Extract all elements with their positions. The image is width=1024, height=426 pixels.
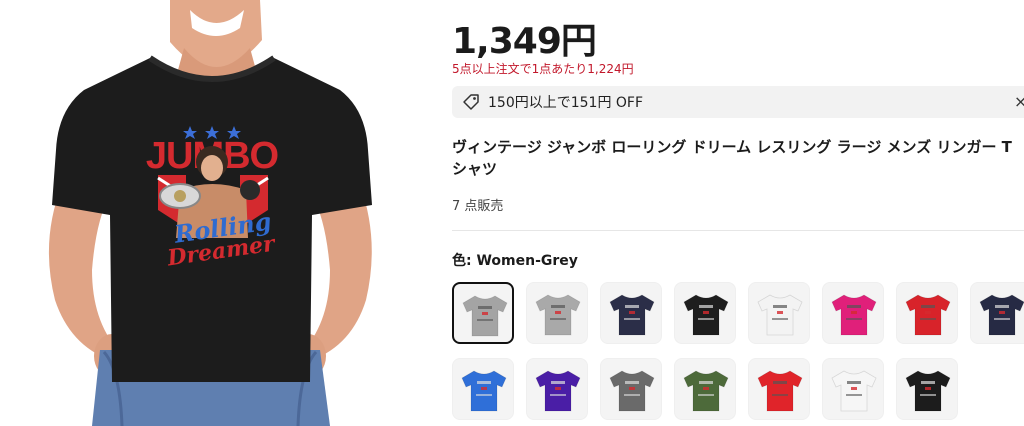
color-swatch-purple[interactable]	[526, 358, 588, 420]
tshirt-icon	[609, 294, 655, 336]
tshirt-icon	[905, 294, 951, 336]
tshirt-icon	[831, 370, 877, 412]
bulk-discount-text: 5点以上注文で1点あたり1,224円	[452, 62, 634, 76]
color-prefix: 色:	[452, 253, 477, 269]
color-swatch-navy[interactable]	[600, 282, 662, 344]
color-swatch-charcoal[interactable]	[600, 358, 662, 420]
tshirt-icon	[683, 294, 729, 336]
color-swatch-white[interactable]	[748, 282, 810, 344]
color-swatch-Women-Grey[interactable]	[452, 282, 514, 344]
product-title: ヴィンテージ ジャンボ ローリング ドリーム レスリング ラージ メンズ リンガ…	[452, 138, 1012, 178]
color-swatch-dark-navy[interactable]	[970, 282, 1024, 344]
coupon-banner[interactable]: 150円以上で151円 OFF ×	[452, 86, 1024, 118]
color-swatch-pink[interactable]	[822, 282, 884, 344]
tshirt-icon	[462, 295, 508, 337]
color-swatch-bright-red[interactable]	[748, 358, 810, 420]
color-swatch-blue[interactable]	[452, 358, 514, 420]
tshirt-icon	[831, 294, 877, 336]
coupon-text: 150円以上で151円 OFF	[488, 95, 644, 111]
tag-icon	[463, 94, 479, 110]
tshirt-icon	[609, 370, 655, 412]
divider	[452, 230, 1024, 231]
product-photo[interactable]: JUMBO Rolling Dreamer	[0, 0, 420, 426]
color-swatch-white-2[interactable]	[822, 358, 884, 420]
selected-color-name: Women-Grey	[476, 253, 578, 269]
color-label: 色: Women-Grey	[452, 250, 578, 270]
tshirt-icon	[757, 370, 803, 412]
color-swatch-red[interactable]	[896, 282, 958, 344]
tshirt-icon	[979, 294, 1024, 336]
product-price: 1,349円	[452, 21, 597, 62]
tshirt-icon	[683, 370, 729, 412]
tshirt-icon	[905, 370, 951, 412]
color-swatch-black-2[interactable]	[896, 358, 958, 420]
color-swatch-black[interactable]	[674, 282, 736, 344]
tshirt-icon	[461, 370, 507, 412]
close-icon[interactable]: ×	[1014, 92, 1024, 111]
tshirt-icon	[535, 370, 581, 412]
color-swatch-army-green[interactable]	[674, 358, 736, 420]
tshirt-icon	[757, 294, 803, 336]
tshirt-icon	[535, 294, 581, 336]
sold-count: 7 点販売	[452, 199, 504, 214]
color-swatch-grey[interactable]	[526, 282, 588, 344]
